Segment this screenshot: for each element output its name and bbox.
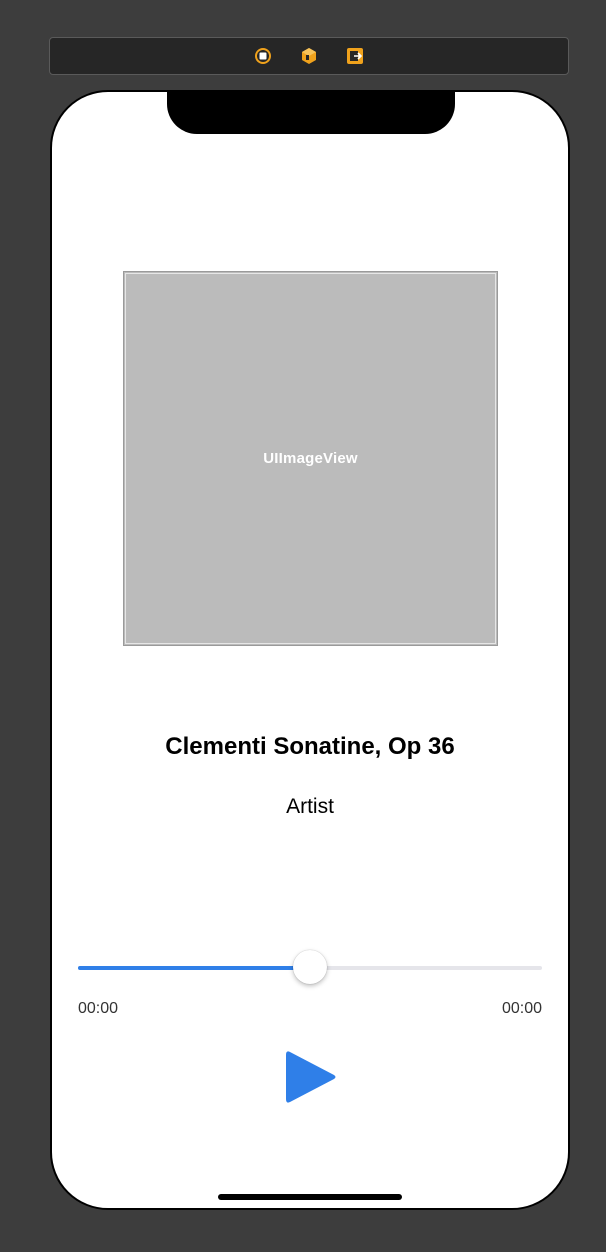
- song-title-label: Clementi Sonatine, Op 36: [165, 733, 455, 760]
- storyboard-canvas: UIImageView Clementi Sonatine, Op 36 Art…: [0, 0, 606, 1252]
- artist-label: Artist: [286, 795, 334, 818]
- slider-thumb[interactable]: [293, 950, 327, 984]
- slider-fill: [78, 966, 310, 970]
- album-artwork-image-view: UIImageView: [123, 271, 498, 646]
- scene-dock: [49, 37, 569, 75]
- progress-slider[interactable]: [78, 950, 542, 986]
- exit-icon[interactable]: [346, 47, 364, 65]
- elapsed-time-label: 00:00: [78, 1000, 119, 1017]
- remaining-time-label: 00:00: [501, 1000, 542, 1017]
- play-icon: [286, 1051, 336, 1103]
- view-controller-icon[interactable]: [254, 47, 272, 65]
- device-notch: [167, 92, 455, 134]
- first-responder-icon[interactable]: [300, 47, 318, 65]
- home-indicator: [218, 1194, 402, 1200]
- image-view-placeholder-label: UIImageView: [263, 450, 358, 467]
- play-button[interactable]: [283, 1047, 339, 1107]
- iphone-frame: UIImageView Clementi Sonatine, Op 36 Art…: [50, 90, 570, 1210]
